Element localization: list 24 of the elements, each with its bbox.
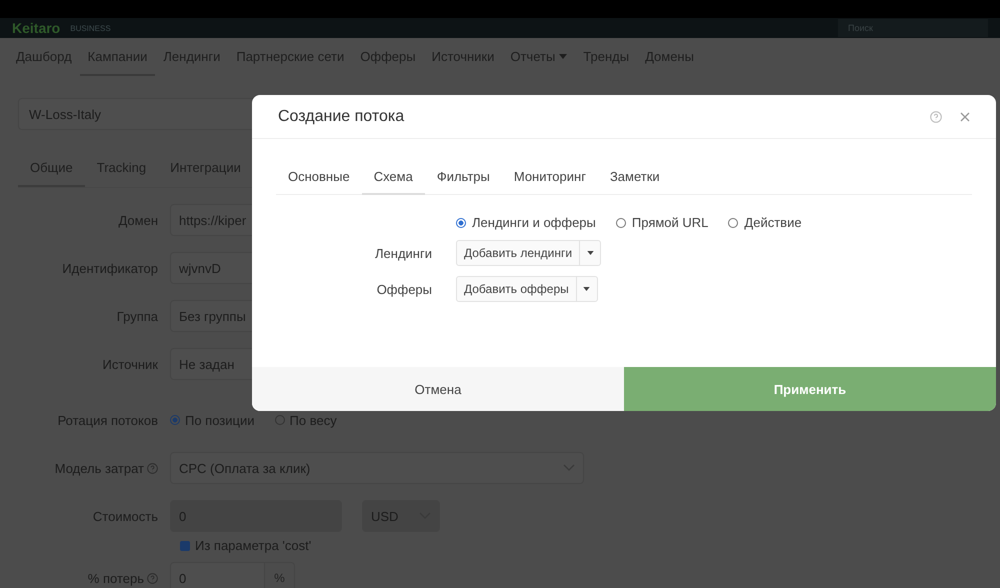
tab[interactable]: Заметки [598, 161, 672, 195]
radio-option[interactable]: Лендинги и офферы [456, 215, 596, 230]
logo[interactable]: Keitaro [12, 20, 60, 36]
cancel-button[interactable]: Отмена [252, 367, 624, 411]
tab[interactable]: Основные [276, 161, 362, 195]
caret-icon [559, 54, 568, 58]
field-label: Офферы [376, 282, 432, 296]
radio-option[interactable]: Действие [728, 215, 802, 230]
apply-button[interactable]: Применить [624, 367, 996, 411]
tab[interactable]: Схема [362, 161, 425, 195]
add-button[interactable]: Добавить офферы [457, 277, 577, 301]
radio-option[interactable]: Прямой URL [616, 215, 708, 230]
caret-icon [583, 287, 590, 291]
modal-title: Создание потока [278, 108, 404, 126]
help-icon [147, 462, 158, 474]
help-icon [147, 572, 158, 584]
edition-label: BUSINESS [70, 24, 111, 32]
tab[interactable]: Мониторинг [502, 161, 598, 195]
tab[interactable]: Фильтры [424, 161, 502, 195]
field-label: Лендинги [374, 246, 432, 260]
close-button[interactable] [960, 112, 970, 122]
unit-addon: % [265, 562, 295, 588]
add-button[interactable]: Добавить лендинги [457, 241, 580, 265]
caret-icon [586, 251, 594, 255]
